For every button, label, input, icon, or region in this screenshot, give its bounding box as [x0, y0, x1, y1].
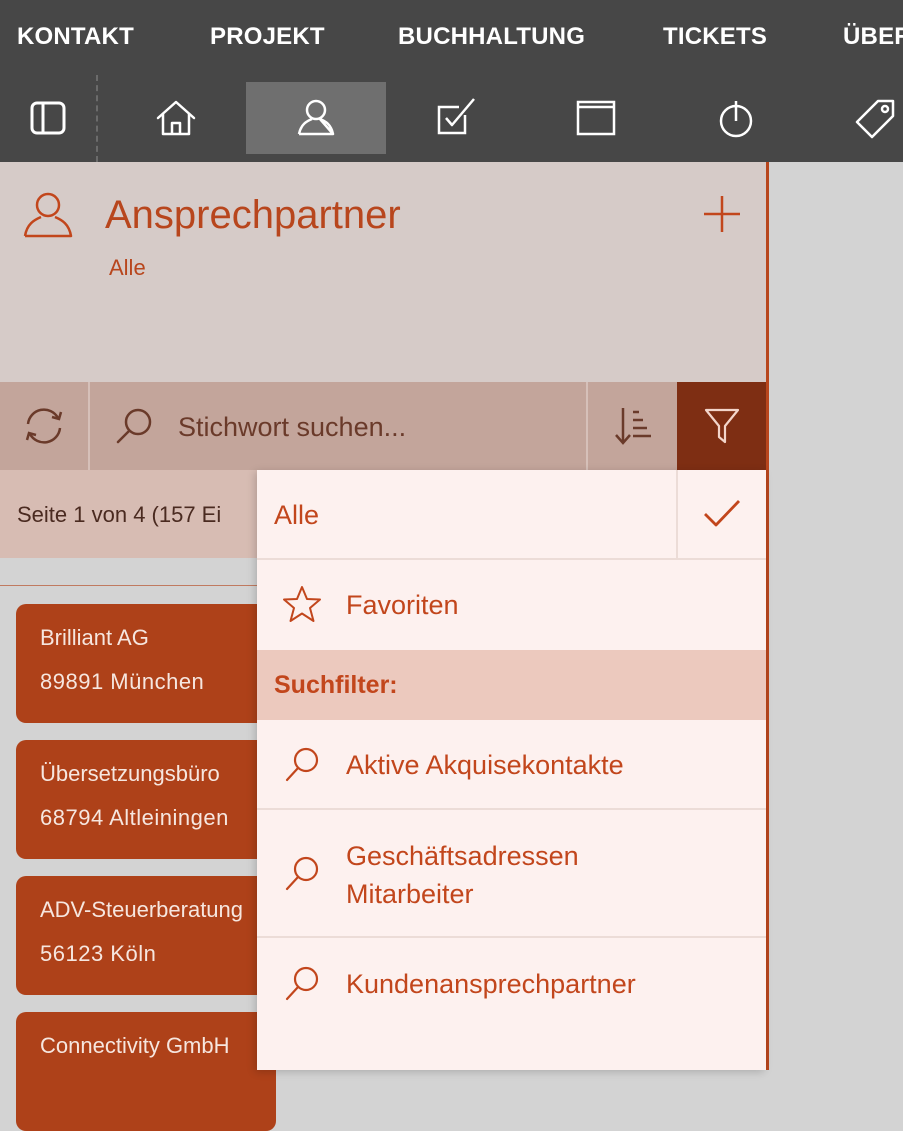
- tag-icon: [855, 99, 895, 139]
- stopwatch-icon: [719, 101, 753, 138]
- page-title: Ansprechpartner: [105, 193, 401, 237]
- filter-option-business-addresses[interactable]: Geschäftsadressen Mitarbeiter: [257, 810, 766, 938]
- tasks-button[interactable]: [386, 82, 526, 154]
- sidebar-toggle-icon: [30, 101, 66, 135]
- contact-name: Connectivity GmbH: [40, 1033, 230, 1058]
- panel-border: [766, 162, 769, 1070]
- search-icon: [285, 747, 319, 782]
- filter-option-label: Aktive Akquisekontakte: [346, 750, 624, 780]
- filter-option-customer-contacts[interactable]: Kundenansprechpartner: [257, 938, 766, 1038]
- contact-card[interactable]: ADV-Steuerberatung 56123 Köln: [16, 876, 276, 995]
- icon-toolbar: [0, 75, 903, 162]
- pagination-text: Seite 1 von 4 (157 Ei: [17, 502, 222, 527]
- menu-item-tickets[interactable]: TICKETS: [663, 22, 767, 52]
- page-subtitle: Alle: [109, 255, 146, 280]
- add-contact-button[interactable]: [698, 190, 746, 238]
- toolbar-divider: [96, 75, 98, 162]
- filter-option-label: Alle: [274, 500, 320, 530]
- search-filter-title: Suchfilter:: [274, 671, 398, 699]
- contact-location: 56123 Köln: [40, 941, 157, 966]
- search-icon: [285, 966, 319, 1001]
- search-icon: [285, 856, 319, 891]
- checkbox-icon: [437, 98, 475, 135]
- window-button[interactable]: [526, 82, 666, 154]
- contacts-button[interactable]: [246, 82, 386, 154]
- checkmark-icon: [704, 500, 741, 527]
- search-filter-header: Suchfilter:: [257, 650, 766, 720]
- contact-name: ADV-Steuerberatung: [40, 897, 244, 922]
- refresh-button[interactable]: [0, 382, 88, 470]
- sort-button[interactable]: [588, 382, 677, 470]
- contact-name: Übersetzungsbüro: [40, 761, 220, 786]
- contact-card[interactable]: Brilliant AG 89891 München: [16, 604, 276, 723]
- user-icon: [297, 99, 335, 136]
- search-toolbar: Stichwort suchen...: [0, 382, 766, 470]
- star-icon: [283, 586, 321, 622]
- page-header: Ansprechpartner Alle: [0, 162, 766, 382]
- filter-option-label: Geschäftsadressen: [346, 841, 579, 871]
- home-button[interactable]: [106, 82, 246, 154]
- filter-option-label: Kundenansprechpartner: [346, 969, 636, 999]
- filter-option-favorites[interactable]: Favoriten: [257, 560, 766, 650]
- menu-item-projekt[interactable]: PROJEKT: [210, 22, 325, 52]
- search-placeholder: Stichwort suchen...: [178, 412, 407, 442]
- contact-card[interactable]: Connectivity GmbH: [16, 1012, 276, 1131]
- contact-card[interactable]: Übersetzungsbüro 68794 Altleiningen: [16, 740, 276, 859]
- top-menu-bar: KONTAKT PROJEKT BUCHHALTUNG TICKETS ÜBER: [0, 0, 903, 75]
- tags-button[interactable]: [806, 82, 903, 154]
- contact-name: Brilliant AG: [40, 625, 149, 650]
- search-input[interactable]: Stichwort suchen...: [90, 382, 586, 470]
- contact-location: 68794 Altleiningen: [40, 805, 229, 830]
- filter-option-label: Mitarbeiter: [346, 879, 474, 909]
- user-icon: [23, 192, 73, 238]
- filter-button[interactable]: [677, 382, 766, 470]
- sidebar-toggle-button[interactable]: [0, 82, 96, 154]
- separator: [676, 470, 678, 558]
- menu-item-kontakt[interactable]: KONTAKT: [17, 22, 134, 52]
- home-icon: [156, 100, 196, 136]
- list-divider: [0, 585, 260, 586]
- filter-option-all[interactable]: Alle: [257, 470, 766, 560]
- plus-icon: [704, 196, 740, 232]
- search-icon: [116, 408, 152, 444]
- window-icon: [576, 100, 616, 136]
- refresh-icon: [25, 408, 63, 444]
- filter-option-active-leads[interactable]: Aktive Akquisekontakte: [257, 720, 766, 810]
- filter-dropdown: Alle Favoriten Suchfilter: Aktive Akquis…: [257, 470, 766, 1070]
- menu-item-ueber[interactable]: ÜBER: [843, 22, 903, 52]
- filter-option-label: Favoriten: [346, 590, 459, 620]
- sort-icon: [614, 408, 651, 445]
- filter-icon: [704, 408, 739, 444]
- menu-item-buchhaltung[interactable]: BUCHHALTUNG: [398, 22, 585, 52]
- contact-location: 89891 München: [40, 669, 205, 694]
- timer-button[interactable]: [666, 82, 806, 154]
